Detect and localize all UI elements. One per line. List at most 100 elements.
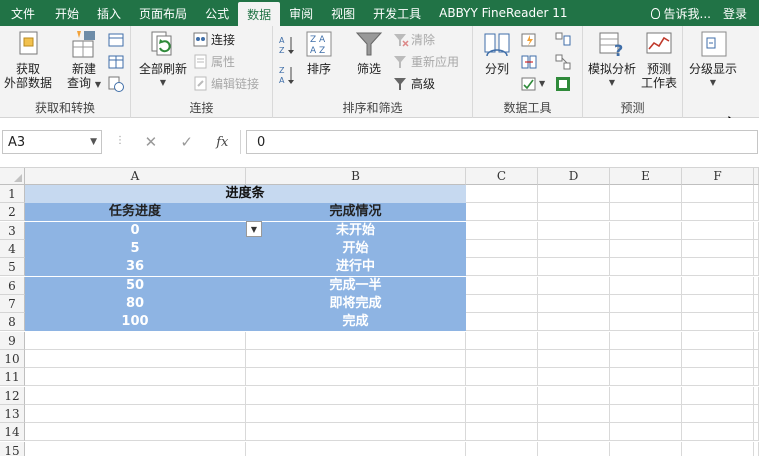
enter-icon[interactable]: ✓	[180, 133, 193, 151]
relationships-button[interactable]	[555, 52, 573, 70]
row-header[interactable]: 2	[0, 203, 25, 222]
empty-cell[interactable]	[538, 294, 610, 313]
table-cell-b[interactable]: 开始	[246, 239, 466, 258]
empty-cell[interactable]	[246, 349, 466, 368]
empty-cell[interactable]	[246, 368, 466, 387]
tab-page-layout[interactable]: 页面布局	[130, 0, 196, 26]
empty-cell[interactable]	[610, 239, 682, 258]
empty-cell[interactable]	[246, 423, 466, 442]
empty-cell[interactable]	[466, 386, 538, 405]
empty-cell[interactable]	[466, 221, 538, 240]
empty-cell[interactable]	[754, 368, 759, 387]
empty-cell[interactable]	[754, 386, 759, 405]
row-header[interactable]: 3	[0, 221, 25, 240]
row-header[interactable]: 4	[0, 239, 25, 258]
empty-cell[interactable]	[538, 349, 610, 368]
tab-file[interactable]: 文件	[0, 0, 46, 26]
empty-cell[interactable]	[25, 441, 246, 456]
select-all-button[interactable]	[0, 168, 25, 185]
empty-cell[interactable]	[25, 368, 246, 387]
empty-cell[interactable]	[610, 221, 682, 240]
empty-cell[interactable]	[754, 258, 759, 277]
row-header[interactable]: 11	[0, 368, 25, 387]
edit-links-button[interactable]: 编辑链接	[193, 74, 259, 92]
empty-cell[interactable]	[610, 185, 682, 203]
empty-cell[interactable]	[246, 404, 466, 423]
empty-cell[interactable]	[25, 386, 246, 405]
header-cell-a[interactable]: 任务进度	[25, 203, 246, 222]
cancel-icon[interactable]: ✕	[145, 133, 158, 151]
empty-cell[interactable]	[466, 441, 538, 456]
empty-cell[interactable]	[682, 404, 754, 423]
empty-cell[interactable]	[610, 404, 682, 423]
row-header[interactable]: 12	[0, 386, 25, 405]
empty-cell[interactable]	[538, 386, 610, 405]
empty-cell[interactable]	[466, 185, 538, 203]
empty-cell[interactable]	[246, 441, 466, 456]
empty-cell[interactable]	[466, 331, 538, 350]
empty-cell[interactable]	[538, 221, 610, 240]
tab-view[interactable]: 视图	[322, 0, 364, 26]
empty-cell[interactable]	[682, 349, 754, 368]
new-query-button[interactable]: 新建 查询 ▼	[64, 29, 104, 92]
tab-review[interactable]: 审阅	[280, 0, 322, 26]
empty-cell[interactable]	[754, 423, 759, 442]
empty-cell[interactable]	[610, 386, 682, 405]
sort-ascending-button[interactable]: AZ	[278, 36, 300, 55]
more-options-icon[interactable]: ⋮	[115, 135, 125, 146]
empty-cell[interactable]	[25, 423, 246, 442]
table-cell-a[interactable]: 36	[25, 258, 246, 277]
empty-cell[interactable]	[754, 276, 759, 295]
empty-cell[interactable]	[754, 331, 759, 350]
empty-cell[interactable]	[682, 441, 754, 456]
empty-cell[interactable]	[538, 368, 610, 387]
get-external-data-button[interactable]: 获取 外部数据	[0, 29, 56, 90]
empty-cell[interactable]	[682, 185, 754, 203]
empty-cell[interactable]	[610, 313, 682, 332]
column-header-g[interactable]	[754, 168, 759, 185]
empty-cell[interactable]	[610, 294, 682, 313]
table-cell-b[interactable]: 即将完成	[246, 294, 466, 313]
table-cell-b[interactable]: 完成	[246, 313, 466, 332]
tab-home[interactable]: 开始	[46, 0, 88, 26]
sort-descending-button[interactable]: ZA	[278, 66, 300, 85]
tab-developer[interactable]: 开发工具	[364, 0, 430, 26]
empty-cell[interactable]	[538, 276, 610, 295]
forecast-sheet-button[interactable]: 预测 工作表	[639, 29, 679, 90]
row-header[interactable]: 15	[0, 441, 25, 456]
empty-cell[interactable]	[25, 331, 246, 350]
empty-cell[interactable]	[610, 349, 682, 368]
empty-cell[interactable]	[682, 313, 754, 332]
table-title-cell[interactable]: 进度条	[25, 185, 466, 203]
empty-cell[interactable]	[682, 258, 754, 277]
empty-cell[interactable]	[682, 331, 754, 350]
empty-cell[interactable]	[25, 349, 246, 368]
table-cell-b[interactable]: 完成一半	[246, 276, 466, 295]
empty-cell[interactable]	[466, 276, 538, 295]
properties-button[interactable]: 属性	[193, 52, 235, 70]
table-cell-a[interactable]: 50	[25, 276, 246, 295]
column-header-d[interactable]: D	[538, 168, 610, 185]
flash-fill-button[interactable]	[521, 30, 539, 48]
empty-cell[interactable]	[538, 258, 610, 277]
tab-formulas[interactable]: 公式	[196, 0, 238, 26]
empty-cell[interactable]	[466, 423, 538, 442]
empty-cell[interactable]	[754, 404, 759, 423]
empty-cell[interactable]	[538, 313, 610, 332]
data-validation-button[interactable]: ▼	[521, 74, 545, 92]
column-header-b[interactable]: B	[246, 168, 466, 185]
text-to-columns-button[interactable]: 分列	[477, 29, 517, 76]
row-header[interactable]: 1	[0, 185, 25, 203]
empty-cell[interactable]	[754, 203, 759, 222]
refresh-all-button[interactable]: 全部刷新 ▼	[135, 29, 191, 90]
tell-me-box[interactable]: 告诉我...	[645, 0, 717, 26]
outline-button[interactable]: 分级显示 ▼	[685, 29, 741, 90]
empty-cell[interactable]	[682, 386, 754, 405]
row-header[interactable]: 9	[0, 331, 25, 350]
empty-cell[interactable]	[682, 221, 754, 240]
row-header[interactable]: 13	[0, 404, 25, 423]
column-header-f[interactable]: F	[682, 168, 754, 185]
advanced-filter-button[interactable]: 高级	[393, 74, 435, 92]
empty-cell[interactable]	[466, 313, 538, 332]
reapply-button[interactable]: 重新应用	[393, 52, 459, 70]
